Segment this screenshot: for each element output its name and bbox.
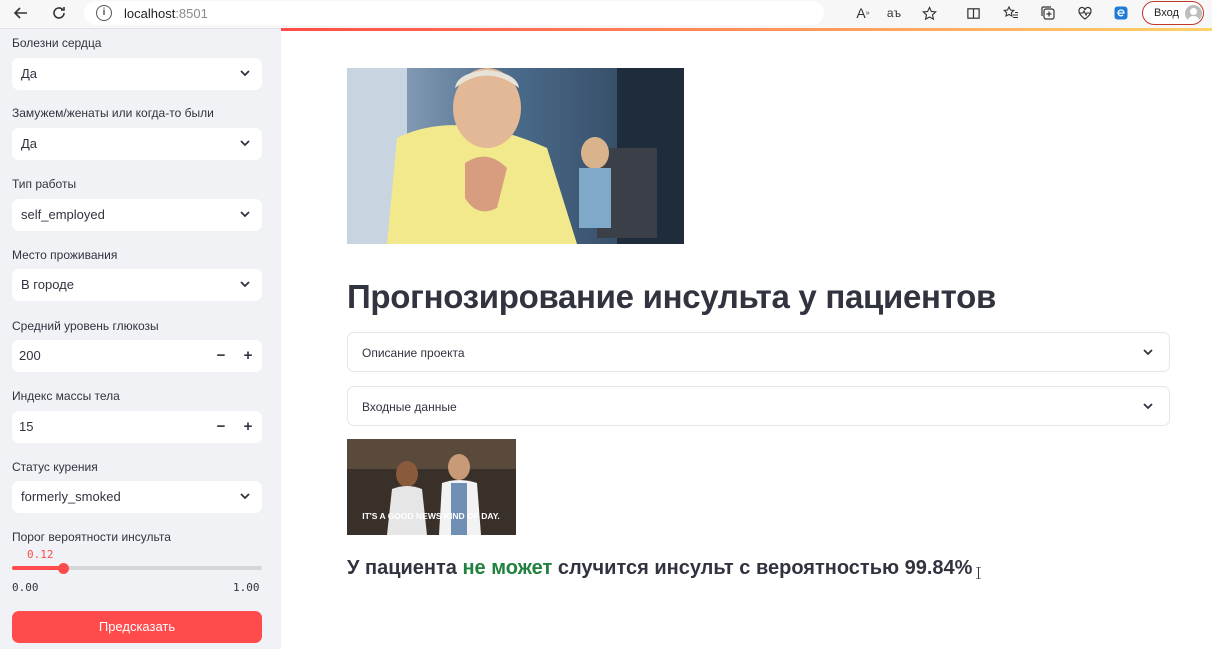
chevron-down-icon [240,281,250,288]
smoking-label: Статус курения [12,460,98,474]
work-type-select[interactable]: self_employed [12,199,262,231]
threshold-label: Порог вероятности инсульта [12,530,171,544]
page-title: Прогнозирование инсульта у пациентов [347,278,996,315]
edge-icon[interactable] [1111,3,1131,23]
chevron-down-icon [1143,403,1153,410]
collections-icon[interactable] [1038,3,1058,23]
address-bar[interactable]: i localhost:8501 [84,1,824,25]
smoking-value: formerly_smoked [21,489,121,504]
login-button[interactable]: Вход [1142,1,1204,25]
heart-disease-label: Болезни сердца [12,36,102,50]
chevron-down-icon [240,140,250,147]
threshold-slider-track[interactable] [12,566,262,570]
read-aloud-icon[interactable]: A» [853,3,873,23]
glucose-decrement-button[interactable]: − [211,345,231,367]
expander-project-description[interactable]: Описание проекта [347,332,1170,372]
prediction-result: У пациента не может случится инсульт с в… [347,557,972,580]
browser-toolbar: i localhost:8501 A» аъ Вход [0,0,1212,29]
hero-image [347,68,684,244]
predict-button[interactable]: Предсказать [12,611,262,643]
married-select[interactable]: Да [12,128,262,160]
chevron-down-icon [240,493,250,500]
threshold-max: 1.00 [233,581,260,594]
work-type-value: self_employed [21,207,105,222]
glucose-increment-button[interactable]: + [238,345,258,367]
performance-icon[interactable] [1075,3,1095,23]
avatar-icon [1184,4,1202,22]
glucose-label: Средний уровень глюкозы [12,319,159,333]
expander-label: Входные данные [362,400,457,414]
header-decoration [281,28,1212,31]
favorites-icon[interactable] [1001,3,1021,23]
chevron-down-icon [1143,349,1153,356]
bmi-label: Индекс массы тела [12,389,120,403]
text-cursor-icon [976,567,981,579]
heart-disease-select[interactable]: Да [12,58,262,90]
login-label: Вход [1154,7,1179,19]
translate-icon[interactable]: аъ [884,3,904,23]
favorite-icon[interactable] [919,3,939,23]
reload-icon[interactable] [48,2,70,24]
bmi-decrement-button[interactable]: − [211,416,231,438]
result-highlight: не может [462,557,553,579]
expander-input-data[interactable]: Входные данные [347,386,1170,426]
threshold-slider-fill [12,566,64,570]
expander-label: Описание проекта [362,346,465,360]
bmi-increment-button[interactable]: + [238,416,258,438]
married-value: Да [21,136,38,151]
result-gif: IT'S A GOOD NEWS KIND OF DAY. [347,439,516,535]
threshold-value: 0.12 [27,548,54,561]
info-icon[interactable]: i [96,5,112,21]
back-icon[interactable] [10,2,32,24]
result-suffix: случится инсульт с вероятностью 99.84% [552,557,973,579]
threshold-min: 0.00 [12,581,39,594]
result-prefix: У пациента [347,557,463,579]
bmi-input[interactable]: 15 − + [12,411,262,443]
residence-label: Место проживания [12,248,118,262]
gif-caption: IT'S A GOOD NEWS KIND OF DAY. [362,511,500,521]
residence-value: В городе [21,277,74,292]
chevron-down-icon [240,211,250,218]
url-text: localhost:8501 [124,5,208,21]
split-screen-icon[interactable] [963,3,983,23]
chevron-down-icon [240,70,250,77]
glucose-input[interactable]: 200 − + [12,340,262,372]
bmi-value[interactable]: 15 [19,419,33,434]
residence-select[interactable]: В городе [12,269,262,301]
glucose-value[interactable]: 200 [19,348,41,363]
work-type-label: Тип работы [12,177,77,191]
married-label: Замужем/женаты или когда-то были [12,106,214,120]
heart-disease-value: Да [21,66,38,81]
smoking-select[interactable]: formerly_smoked [12,481,262,513]
